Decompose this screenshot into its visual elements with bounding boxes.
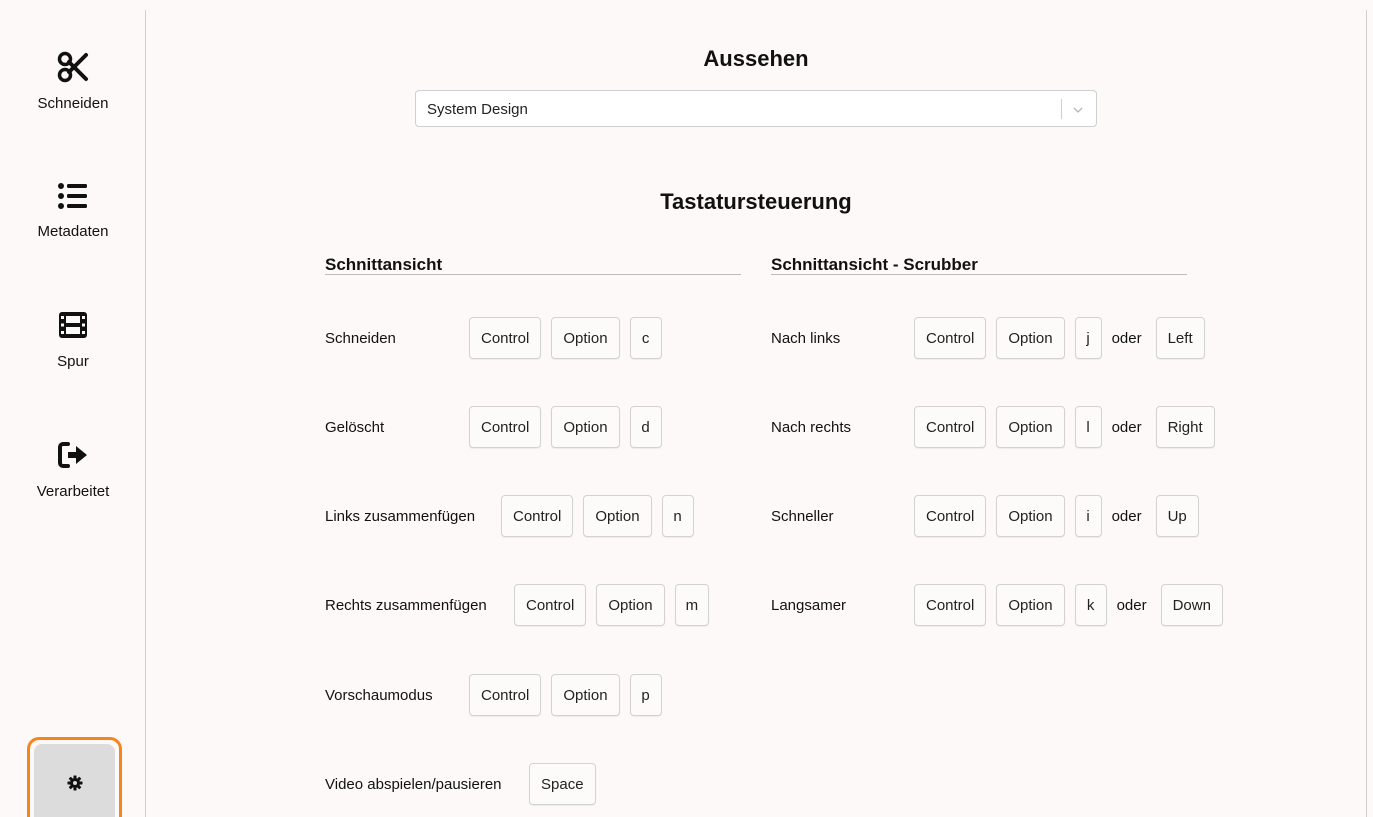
key-option: Option: [996, 406, 1065, 448]
key-option: Option: [551, 674, 620, 716]
shortcut-label: Nach links: [771, 329, 841, 347]
key-option: Option: [996, 584, 1065, 626]
key-control: Control: [469, 317, 542, 359]
key-control: Control: [514, 584, 587, 626]
key-option: Option: [583, 495, 652, 537]
key-letter: i: [1074, 495, 1102, 537]
or-label: oder: [1111, 418, 1142, 436]
sidebar-item-verarbeitet[interactable]: Verarbeitet: [0, 438, 146, 500]
appearance-title: Aussehen: [703, 46, 809, 71]
settings-button[interactable]: [34, 744, 115, 817]
key-letter: j: [1074, 317, 1102, 359]
sidebar: Schneiden Metadaten Spur Verarbeitet: [0, 10, 146, 817]
key-letter: k: [1074, 584, 1107, 626]
select-separator: [1061, 99, 1062, 119]
key-letter: m: [674, 584, 710, 626]
shortcut-row: Links zusammenfügen Control Option n: [325, 495, 704, 537]
shortcut-label: Schneller: [771, 507, 834, 525]
section-title-scrubber: Schnittansicht - Scrubber: [771, 255, 978, 274]
sign-out-icon: [0, 438, 146, 477]
section-title-cut-view: Schnittansicht: [325, 255, 443, 274]
key-arrow: Right: [1155, 406, 1215, 448]
theme-select-value: System Design: [427, 101, 528, 118]
key-letter: d: [629, 406, 662, 448]
shortcut-row: Schneiden Control Option c: [325, 317, 672, 359]
shortcut-label: Nach rechts: [771, 418, 852, 436]
list-icon: [0, 180, 146, 217]
keyboard-title: Tastatursteuerung: [660, 189, 852, 214]
key-arrow: Down: [1160, 584, 1223, 626]
shortcut-row: Gelöscht Control Option d: [325, 406, 672, 448]
key-arrow: Left: [1155, 317, 1205, 359]
key-control: Control: [914, 317, 987, 359]
shortcut-label: Schneiden: [325, 329, 396, 347]
shortcut-label: Rechts zusammenfügen: [325, 596, 487, 614]
key-control: Control: [469, 406, 542, 448]
shortcut-label: Links zusammenfügen: [325, 507, 476, 525]
shortcut-row: Schneller Control Option i oder Up: [771, 495, 1209, 537]
key-letter: p: [629, 674, 662, 716]
key-option: Option: [551, 317, 620, 359]
shortcut-label: Langsamer: [771, 596, 847, 614]
window-border: [1366, 10, 1367, 817]
sidebar-item-label: Verarbeitet: [36, 483, 110, 500]
key-arrow: Up: [1155, 495, 1199, 537]
key-option: Option: [596, 584, 665, 626]
section-divider: [325, 274, 741, 275]
shortcut-row: Nach links Control Option j oder Left: [771, 317, 1215, 359]
or-label: oder: [1111, 507, 1142, 525]
key-option: Option: [996, 317, 1065, 359]
sidebar-item-settings[interactable]: [27, 737, 122, 817]
key-letter: c: [629, 317, 662, 359]
key-control: Control: [914, 406, 987, 448]
or-label: oder: [1116, 596, 1147, 614]
shortcut-row: Nach rechts Control Option l oder Right: [771, 406, 1225, 448]
key-letter: l: [1074, 406, 1102, 448]
scissors-icon: [0, 50, 146, 89]
shortcut-label: Vorschaumodus: [325, 686, 433, 704]
key-option: Option: [996, 495, 1065, 537]
shortcut-row: Video abspielen/pausieren Space: [325, 763, 606, 805]
sidebar-item-label: Spur: [57, 353, 89, 370]
shortcut-label: Gelöscht: [325, 418, 385, 436]
shortcut-row: Vorschaumodus Control Option p: [325, 674, 672, 716]
key-option: Option: [551, 406, 620, 448]
shortcut-row: Rechts zusammenfügen Control Option m: [325, 584, 719, 626]
key-letter: n: [661, 495, 694, 537]
key-control: Control: [914, 584, 987, 626]
sidebar-item-schneiden[interactable]: Schneiden: [0, 50, 146, 112]
chevron-down-icon[interactable]: [1072, 103, 1084, 121]
key-space: Space: [529, 763, 596, 805]
sidebar-item-metadaten[interactable]: Metadaten: [0, 180, 146, 240]
sidebar-item-label: Metadaten: [37, 223, 109, 240]
app-root: Schneiden Metadaten Spur Verarbeitet Aus…: [0, 0, 1373, 817]
film-icon: [0, 308, 146, 347]
section-divider: [771, 274, 1187, 275]
gear-icon: [67, 775, 83, 796]
key-control: Control: [469, 674, 542, 716]
key-control: Control: [914, 495, 987, 537]
shortcut-row: Langsamer Control Option k oder Down: [771, 584, 1233, 626]
key-control: Control: [501, 495, 574, 537]
shortcut-label: Video abspielen/pausieren: [325, 775, 502, 793]
theme-select[interactable]: System Design: [415, 90, 1097, 127]
sidebar-item-label: Schneiden: [37, 95, 109, 112]
sidebar-item-spur[interactable]: Spur: [0, 308, 146, 370]
or-label: oder: [1111, 329, 1142, 347]
